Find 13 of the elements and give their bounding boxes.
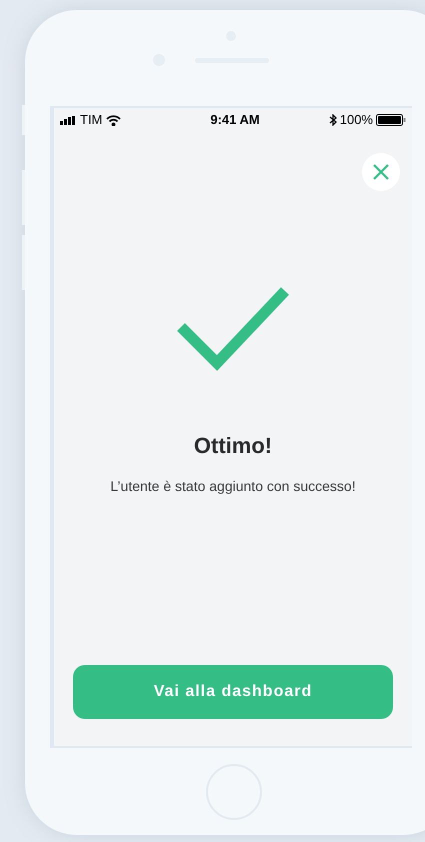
battery-percent: 100%: [340, 111, 373, 130]
wifi-icon: [106, 114, 122, 126]
carrier-name: TIM: [80, 111, 102, 130]
battery-icon: [376, 114, 406, 126]
dialog-title: Ottimo!: [192, 432, 274, 460]
close-button[interactable]: [362, 153, 400, 191]
clock-time: 9:41 AM: [210, 111, 260, 130]
success-message: L’utente è stato aggiunto con successo!: [109, 477, 357, 496]
dashboard-button[interactable]: Vai alla dashboard: [73, 665, 393, 719]
signal-icon: [60, 116, 76, 124]
bluetooth-icon: [328, 114, 337, 126]
close-icon: [373, 164, 389, 180]
checkmark-icon: [177, 287, 289, 371]
